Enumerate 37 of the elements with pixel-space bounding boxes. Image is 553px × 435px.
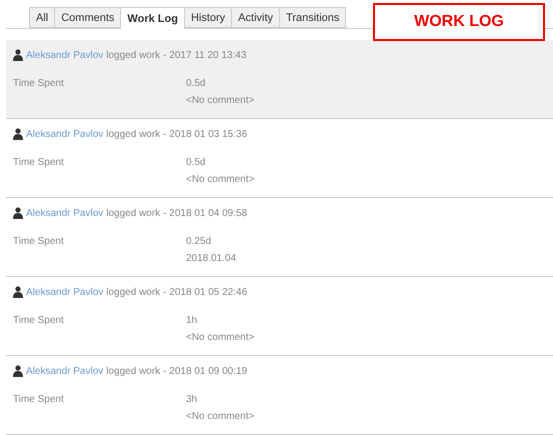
date-text: 2018 01 05 22:46 bbox=[169, 286, 248, 298]
field-label: Time Spent bbox=[13, 394, 65, 405]
user-icon bbox=[13, 365, 23, 377]
field-label: Time Spent bbox=[13, 157, 65, 168]
comment-text: <No comment> bbox=[186, 411, 256, 422]
field-label: Time Spent bbox=[13, 315, 65, 326]
time-spent-value: 3h bbox=[186, 394, 198, 405]
user-icon bbox=[13, 128, 23, 140]
user-icon bbox=[13, 207, 23, 219]
date-text: 2018 01 04 09:58 bbox=[169, 208, 248, 218]
date-text: 2018 01 03 15:36 bbox=[169, 128, 248, 140]
date-text: 2017 11 20 13:43 bbox=[169, 50, 246, 60]
tab[interactable]: Transitions bbox=[279, 7, 346, 28]
comment-text: <No comment> bbox=[186, 174, 256, 185]
time-spent-value: 0.25d bbox=[186, 236, 212, 247]
field-label: Time Spent bbox=[13, 78, 65, 89]
action-text: logged work - bbox=[106, 208, 166, 218]
action-text: logged work - bbox=[106, 286, 166, 298]
time-spent-value: 1h bbox=[186, 315, 198, 326]
comment-text: 2018.01.04 bbox=[186, 253, 238, 264]
tab[interactable]: Comments bbox=[54, 7, 122, 28]
annotation-label: WORK LOG bbox=[373, 3, 545, 41]
tab[interactable]: Work Log bbox=[120, 7, 185, 29]
tab[interactable]: All bbox=[29, 7, 56, 28]
user-icon bbox=[13, 49, 23, 61]
field-label: Time Spent bbox=[13, 236, 65, 247]
time-spent-value: 0.5d bbox=[186, 157, 206, 168]
action-text: logged work - bbox=[106, 128, 166, 140]
tab[interactable]: Activity bbox=[231, 7, 280, 28]
time-spent-value: 0.5d bbox=[186, 78, 206, 89]
comment-text: <No comment> bbox=[186, 332, 256, 343]
action-text: logged work - bbox=[106, 366, 166, 376]
tab[interactable]: History bbox=[184, 7, 232, 28]
date-text: 2018 01 09 00:19 bbox=[169, 366, 248, 376]
action-text: logged work - bbox=[106, 50, 166, 60]
user-icon bbox=[13, 286, 23, 298]
comment-text: <No comment> bbox=[186, 95, 256, 106]
